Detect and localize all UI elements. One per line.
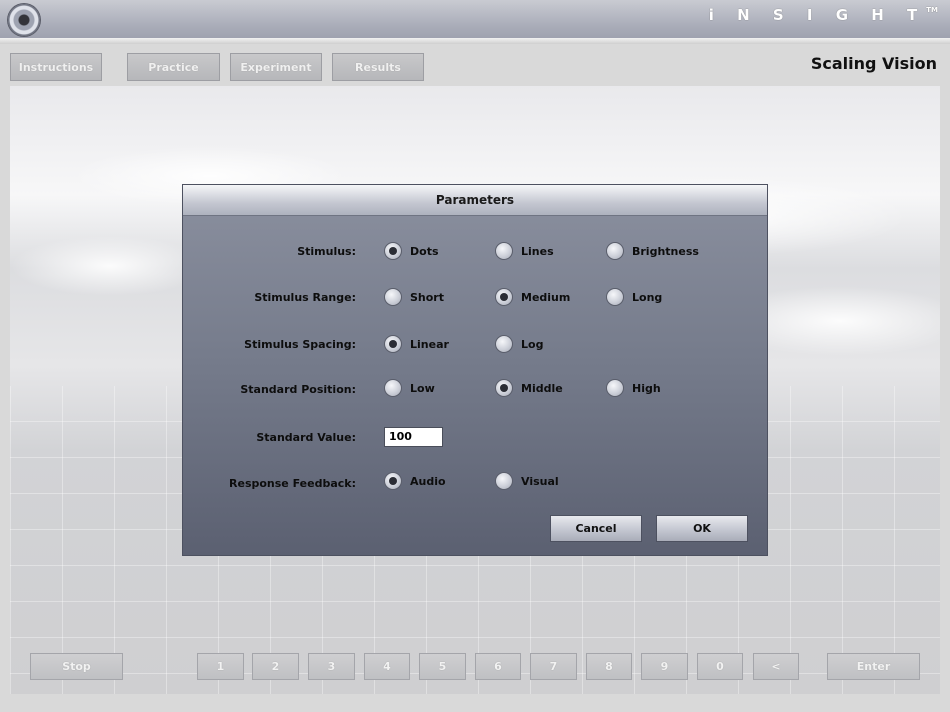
key-8-button[interactable]: 8 (586, 653, 632, 680)
radio-unselected-icon (495, 242, 513, 260)
radio-selected-icon (384, 242, 402, 260)
cancel-button[interactable]: Cancel (550, 515, 642, 542)
radio-stimulus-brightness[interactable]: Brightness (606, 242, 699, 260)
radio-label: Short (410, 290, 444, 304)
key-5-button[interactable]: 5 (419, 653, 466, 680)
top-bar: i N S I G H TTM (0, 0, 950, 44)
radio-label: High (632, 381, 661, 395)
radio-label: Linear (410, 337, 449, 351)
radio-spacing-log[interactable]: Log (495, 335, 543, 353)
brand-logo: i N S I G H TTM (708, 6, 938, 24)
key-9-button[interactable]: 9 (641, 653, 688, 680)
stop-button[interactable]: Stop (30, 653, 123, 680)
key-1-button[interactable]: 1 (197, 653, 244, 680)
radio-unselected-icon (606, 242, 624, 260)
stimulus-label: Stimulus: (297, 245, 356, 258)
radio-unselected-icon (495, 335, 513, 353)
backspace-button[interactable]: < (753, 653, 799, 680)
nav-experiment-button[interactable]: Experiment (230, 53, 322, 81)
radio-feedback-audio[interactable]: Audio (384, 472, 446, 490)
radio-range-short[interactable]: Short (384, 288, 444, 306)
radio-range-long[interactable]: Long (606, 288, 662, 306)
standard-value-input[interactable]: 100 (384, 427, 443, 447)
radio-label: Medium (521, 290, 571, 304)
radio-label: Brightness (632, 244, 699, 258)
parameters-dialog: Parameters (183, 185, 767, 555)
radio-feedback-visual[interactable]: Visual (495, 472, 559, 490)
key-6-button[interactable]: 6 (475, 653, 521, 680)
radio-label: Audio (410, 474, 446, 488)
eye-logo-icon (8, 4, 40, 36)
ok-button[interactable]: OK (656, 515, 748, 542)
app-title: Scaling Vision (810, 54, 937, 73)
radio-range-medium[interactable]: Medium (495, 288, 570, 306)
key-3-button[interactable]: 3 (308, 653, 355, 680)
radio-label: Lines (521, 244, 554, 258)
radio-position-middle[interactable]: Middle (495, 379, 563, 397)
radio-unselected-icon (606, 288, 624, 306)
trademark-mark: TM (926, 6, 938, 14)
dialog-title: Parameters (183, 185, 767, 216)
enter-button[interactable]: Enter (827, 653, 920, 680)
nav-practice-button[interactable]: Practice (127, 53, 220, 81)
radio-position-low[interactable]: Low (384, 379, 435, 397)
radio-label: Dots (410, 244, 439, 258)
radio-selected-icon (384, 335, 402, 353)
standard-position-label: Standard Position: (240, 383, 356, 396)
radio-label: Middle (521, 381, 563, 395)
key-0-button[interactable]: 0 (697, 653, 743, 680)
radio-selected-icon (384, 472, 402, 490)
response-feedback-label: Response Feedback: (229, 477, 356, 490)
key-2-button[interactable]: 2 (252, 653, 299, 680)
stimulus-range-label: Stimulus Range: (254, 291, 356, 304)
nav-instructions-button[interactable]: Instructions (10, 53, 102, 81)
radio-selected-icon (495, 379, 513, 397)
radio-unselected-icon (606, 379, 624, 397)
radio-label: Low (410, 381, 435, 395)
standard-value-label: Standard Value: (256, 431, 356, 444)
radio-label: Long (632, 290, 663, 304)
radio-selected-icon (495, 288, 513, 306)
radio-spacing-linear[interactable]: Linear (384, 335, 449, 353)
radio-position-high[interactable]: High (606, 379, 661, 397)
key-4-button[interactable]: 4 (364, 653, 410, 680)
radio-unselected-icon (384, 288, 402, 306)
key-7-button[interactable]: 7 (530, 653, 577, 680)
radio-stimulus-lines[interactable]: Lines (495, 242, 554, 260)
radio-unselected-icon (384, 379, 402, 397)
radio-label: Visual (521, 474, 559, 488)
radio-unselected-icon (495, 472, 513, 490)
stimulus-spacing-label: Stimulus Spacing: (244, 338, 356, 351)
cloud-decoration (10, 236, 210, 296)
nav-results-button[interactable]: Results (332, 53, 424, 81)
radio-label: Log (521, 337, 544, 351)
radio-stimulus-dots[interactable]: Dots (384, 242, 439, 260)
